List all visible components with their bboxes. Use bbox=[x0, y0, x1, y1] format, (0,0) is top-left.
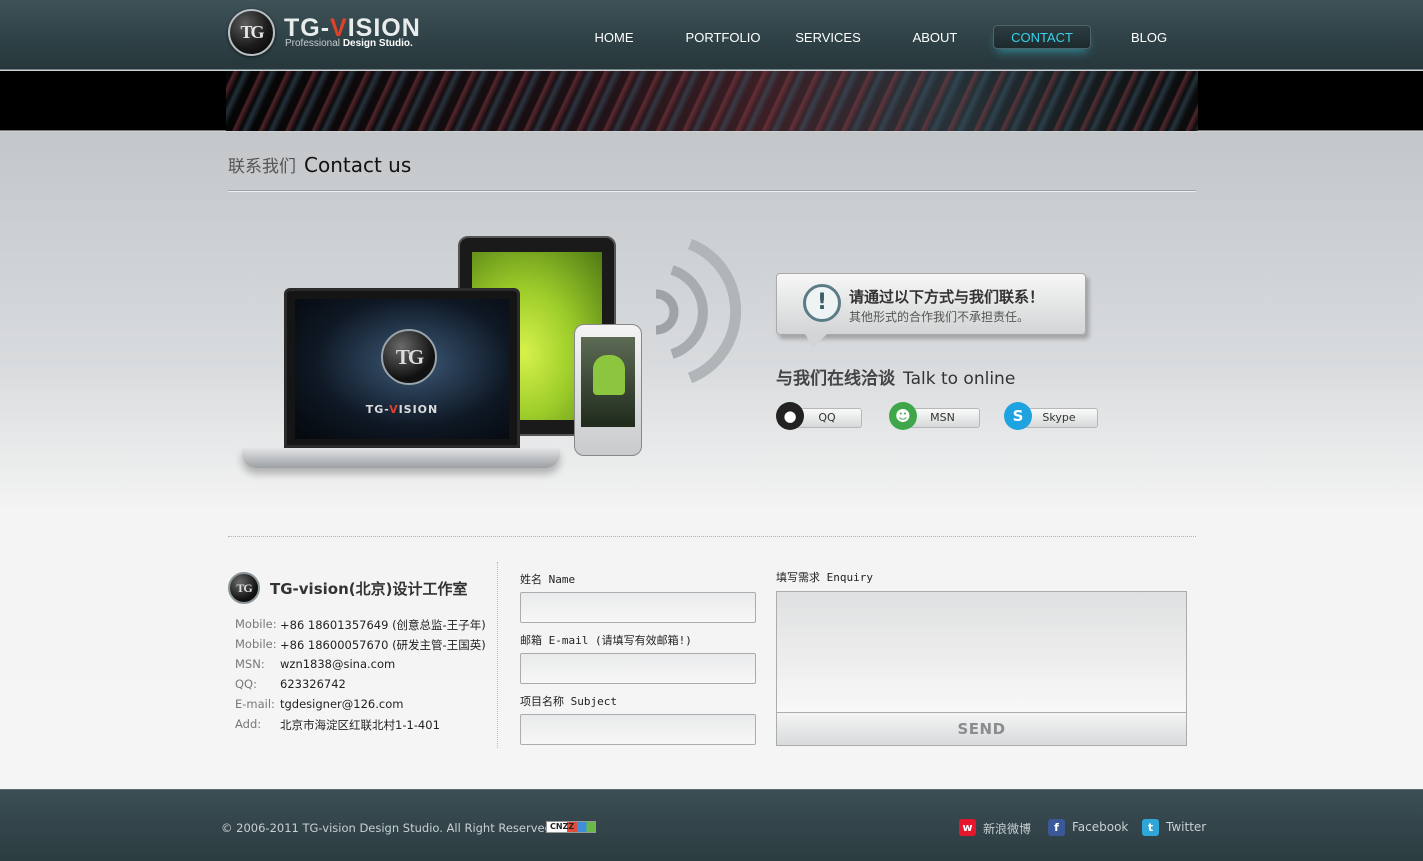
msn-people-icon: ☻ bbox=[889, 402, 917, 430]
header-banner bbox=[0, 71, 1423, 131]
wireless-signal-icon bbox=[655, 238, 742, 384]
cnzz-counter-badge[interactable]: CNZZ bbox=[546, 821, 596, 833]
name-input[interactable] bbox=[520, 592, 756, 623]
enquiry-label: 填写需求 Enquiry bbox=[776, 571, 873, 584]
nav-home[interactable]: HOME bbox=[580, 26, 648, 50]
notice-bubble: ! 请通过以下方式与我们联系！ 其他形式的合作我们不承担责任。 bbox=[776, 273, 1086, 348]
enquiry-textarea[interactable] bbox=[776, 591, 1187, 713]
nav-about[interactable]: ABOUT bbox=[904, 26, 966, 50]
nav-portfolio[interactable]: PORTFOLIO bbox=[684, 26, 762, 50]
main-nav: HOME PORTFOLIO SERVICES ABOUT CONTACT BL… bbox=[0, 0, 1423, 70]
facebook-link[interactable]: f Facebook bbox=[1048, 819, 1130, 837]
android-robot-icon bbox=[593, 355, 625, 395]
nav-services[interactable]: SERVICES bbox=[792, 26, 864, 50]
nav-blog[interactable]: BLOG bbox=[1122, 26, 1176, 50]
subject-input[interactable] bbox=[520, 714, 756, 745]
email-input[interactable] bbox=[520, 653, 756, 684]
laptop-wordmark: TG-VISION bbox=[365, 403, 439, 416]
studio-name: TG-vision(北京)设计工作室 bbox=[270, 580, 468, 598]
laptop-logo-icon: TG bbox=[381, 329, 437, 385]
skype-icon: S bbox=[1004, 402, 1032, 430]
laptop-base bbox=[242, 448, 560, 468]
devices-illustration: TG TG-VISION bbox=[236, 232, 746, 512]
banner-stripes-image bbox=[226, 71, 1198, 131]
subject-label: 项目名称 Subject bbox=[520, 695, 617, 708]
site-footer: © 2006-2011 TG-vision Design Studio. All… bbox=[0, 789, 1423, 861]
facebook-icon: f bbox=[1048, 819, 1065, 836]
site-header: TG TG-VISION Professional Design Studio.… bbox=[0, 0, 1423, 70]
twitter-icon: t bbox=[1142, 819, 1159, 836]
name-label: 姓名 Name bbox=[520, 573, 576, 586]
page-title: 联系我们 Contact us bbox=[228, 153, 412, 177]
weibo-link[interactable]: w 新浪微博 bbox=[959, 819, 1039, 837]
nav-contact[interactable]: CONTACT bbox=[993, 25, 1091, 49]
email-label: 邮箱 E-mail (请填写有效邮箱!) bbox=[520, 634, 692, 647]
studio-logo-icon: TG bbox=[228, 572, 260, 604]
copyright-text: © 2006-2011 TG-vision Design Studio. All… bbox=[221, 821, 556, 835]
column-divider bbox=[497, 562, 498, 748]
phone-image bbox=[574, 324, 642, 456]
send-button[interactable]: SEND bbox=[776, 712, 1187, 746]
talk-online-heading: 与我们在线洽谈 Talk to online bbox=[776, 369, 1016, 389]
weibo-icon: w bbox=[959, 819, 976, 836]
title-divider bbox=[228, 190, 1196, 192]
notice-title: 请通过以下方式与我们联系！ bbox=[849, 288, 1045, 306]
twitter-link[interactable]: t Twitter bbox=[1142, 819, 1206, 837]
laptop-image: TG TG-VISION bbox=[284, 288, 520, 448]
section-divider bbox=[228, 536, 1196, 537]
qq-chat-button[interactable]: ● QQ bbox=[776, 402, 862, 432]
qq-penguin-icon: ● bbox=[776, 402, 804, 430]
notice-subtitle: 其他形式的合作我们不承担责任。 bbox=[849, 310, 1030, 324]
skype-chat-button[interactable]: S Skype bbox=[1004, 402, 1098, 432]
exclamation-icon: ! bbox=[803, 284, 841, 322]
msn-chat-button[interactable]: ☻ MSN bbox=[889, 402, 980, 432]
